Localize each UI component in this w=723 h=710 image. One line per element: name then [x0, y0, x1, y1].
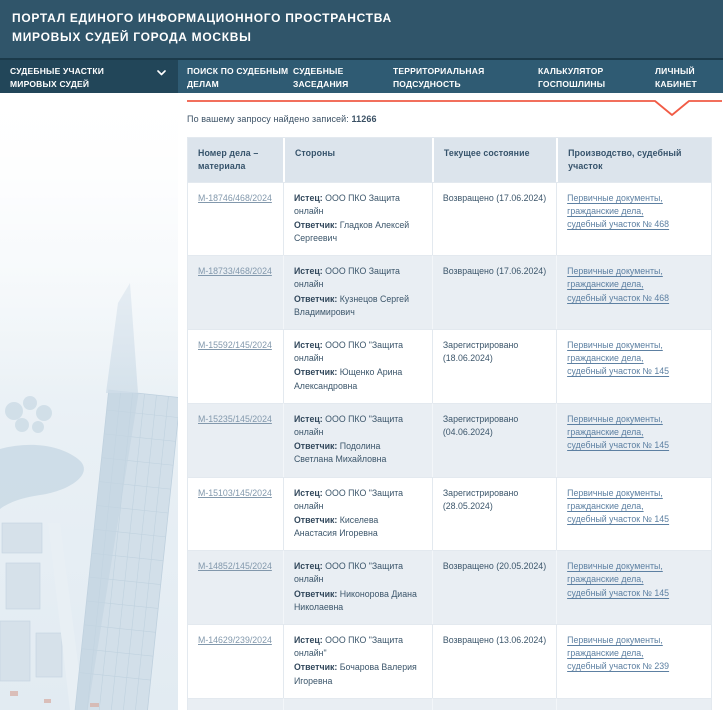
defendant-line: Ответчик: Подолина Светлана Михайловна: [294, 440, 422, 466]
site-title-line1: ПОРТАЛ ЕДИНОГО ИНФОРМАЦИОННОГО ПРОСТРАНС…: [12, 9, 711, 28]
case-number-link[interactable]: М-18733/468/2024: [198, 266, 272, 276]
table-header-row: Номер дела – материала Стороны Текущее с…: [188, 138, 711, 182]
defendant-line: Ответчик: Никонорова Диана Николаевна: [294, 588, 422, 614]
case-row: М-15592/145/2024 Истец: ООО ПКО "Защита о…: [188, 329, 711, 403]
plaintiff-line: Истец: ООО ПКО "Защита онлайн: [294, 413, 422, 439]
case-number-link[interactable]: М-14629/239/2024: [198, 635, 272, 645]
nav-item-label: СУДЕБНЫЕ УЧАСТКИ МИРОВЫХ СУДЕЙ: [10, 65, 140, 91]
case-number-link[interactable]: М-15592/145/2024: [198, 340, 272, 350]
nav-item-court-sessions[interactable]: СУДЕБНЫЕ ЗАСЕДАНИЯ: [293, 60, 393, 93]
chevron-down-icon: [157, 67, 166, 80]
defendant-line: Ответчик: Кузнецов Сергей Владимирович: [294, 293, 422, 319]
case-row: М-18746/468/2024 Истец: ООО ПКО Защита он…: [188, 182, 711, 256]
plaintiff-line: Истец: ООО ПКО Защита онлайн: [294, 192, 422, 218]
case-number-link[interactable]: М-18746/468/2024: [198, 193, 272, 203]
plaintiff-line: Истец: ООО ПКО "Защита онлайн: [294, 560, 422, 586]
plaintiff-line: Истец: ООО ПКО "Защита онлайн": [294, 634, 422, 660]
nav-item-personal-account[interactable]: ЛИЧНЫЙ КАБИНЕТ: [655, 60, 723, 93]
case-status: Возвращено (17.06.2024): [443, 265, 546, 278]
production-court-district-link[interactable]: Первичные документы,гражданские дела,суд…: [567, 192, 701, 232]
case-status: Зарегистрировано: [443, 339, 546, 352]
production-court-district-link[interactable]: Первичные документы,гражданские дела,суд…: [567, 487, 701, 527]
defendant-line: Ответчик: Киселева Анастасия Игоревна: [294, 514, 422, 540]
case-status: (18.06.2024): [443, 352, 546, 365]
case-row: М-14852/145/2024 Истец: ООО ПКО "Защита о…: [188, 550, 711, 624]
case-status: Возвращено (13.06.2024): [443, 634, 546, 647]
results-panel: По вашему запросу найдено записей: 11266…: [178, 93, 723, 710]
plaintiff-line: Истец: ООО ПКО Защита онлайн: [294, 265, 422, 291]
defendant-line: Ответчик: Бочарова Валерия Игоревна: [294, 661, 422, 687]
case-row: М-18733/468/2024 Истец: ООО ПКО Защита он…: [188, 255, 711, 329]
nav-item-fee-calculator[interactable]: КАЛЬКУЛЯТОР ГОСПОШЛИНЫ: [538, 60, 655, 93]
production-court-district-link[interactable]: Первичные документы,гражданские дела,суд…: [567, 560, 701, 600]
case-status: Зарегистрировано: [443, 413, 546, 426]
case-status: (04.06.2024): [443, 426, 546, 439]
portal-page: ПОРТАЛ ЕДИНОГО ИНФОРМАЦИОННОГО ПРОСТРАНС…: [0, 0, 723, 710]
case-number-link[interactable]: М-14852/145/2024: [198, 561, 272, 571]
results-summary-label: По вашему запросу найдено записей:: [187, 114, 349, 124]
city-aerial-photo: [0, 93, 178, 710]
results-count: 11266: [352, 114, 377, 124]
nav-item-court-districts[interactable]: СУДЕБНЫЕ УЧАСТКИ МИРОВЫХ СУДЕЙ: [0, 60, 178, 93]
case-status: (28.05.2024): [443, 500, 546, 513]
cases-table: Номер дела – материала Стороны Текущее с…: [187, 137, 712, 710]
results-summary: По вашему запросу найдено записей: 11266: [187, 114, 377, 124]
case-number-link[interactable]: М-15235/145/2024: [198, 414, 272, 424]
column-header-case-number: Номер дела – материала: [188, 138, 283, 182]
case-row: М-15103/145/2024 Истец: ООО ПКО "Защита о…: [188, 477, 711, 551]
case-status: Зарегистрировано: [443, 487, 546, 500]
case-row: М-15235/145/2024 Истец: ООО ПКО "Защита о…: [188, 403, 711, 477]
main-nav: СУДЕБНЫЕ УЧАСТКИ МИРОВЫХ СУДЕЙ ПОИСК ПО …: [0, 60, 723, 93]
case-status: Возвращено (20.05.2024): [443, 560, 546, 573]
case-number-link[interactable]: М-15103/145/2024: [198, 488, 272, 498]
defendant-line: Ответчик: Гладков Алексей Сергеевич: [294, 219, 422, 245]
nav-item-territorial-jurisdiction[interactable]: ТЕРРИТОРИАЛЬНАЯ ПОДСУДНОСТЬ: [393, 60, 538, 93]
column-header-production: Производство, судебный участок: [556, 138, 711, 182]
case-row: М-14629/239/2024 Истец: ООО ПКО "Защита о…: [188, 624, 711, 698]
nav-item-case-search[interactable]: ПОИСК ПО СУДЕБНЫМ ДЕЛАМ: [187, 60, 293, 93]
defendant-line: Ответчик: Ющенко Арина Александровна: [294, 366, 422, 392]
production-court-district-link[interactable]: Первичные документы,гражданские дела,суд…: [567, 413, 701, 453]
site-title-line2: МИРОВЫХ СУДЕЙ ГОРОДА МОСКВЫ: [12, 28, 711, 47]
production-court-district-link[interactable]: Первичные документы,гражданские дела,суд…: [567, 634, 701, 674]
case-status: Возвращено (17.06.2024): [443, 192, 546, 205]
column-header-status: Текущее состояние: [432, 138, 556, 182]
case-row: М-14588/145/2024Истец: ООО ПКО "Защита о…: [188, 698, 711, 710]
production-court-district-link[interactable]: Первичные документы,гражданские дела,суд…: [567, 339, 701, 379]
column-header-parties: Стороны: [283, 138, 432, 182]
nav-rest: ПОИСК ПО СУДЕБНЫМ ДЕЛАМ СУДЕБНЫЕ ЗАСЕДАН…: [178, 60, 723, 93]
production-court-district-link[interactable]: Первичные документы,гражданские дела,суд…: [567, 265, 701, 305]
plaintiff-line: Истец: ООО ПКО "Защита онлайн: [294, 339, 422, 365]
site-header: ПОРТАЛ ЕДИНОГО ИНФОРМАЦИОННОГО ПРОСТРАНС…: [0, 0, 723, 58]
plaintiff-line: Истец: ООО ПКО "Защита онлайн: [294, 487, 422, 513]
